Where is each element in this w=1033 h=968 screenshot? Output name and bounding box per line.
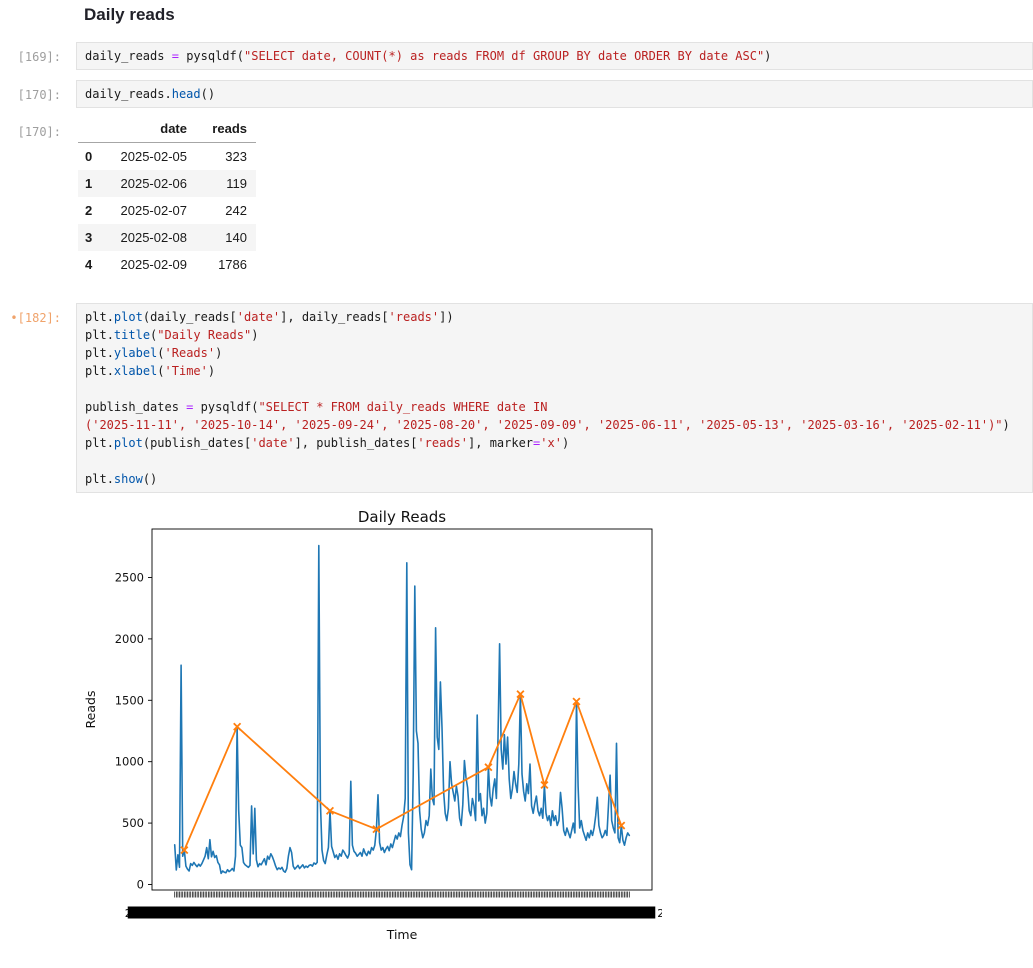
- execution-prompt-182-busy: •[182]:: [0, 303, 64, 327]
- code-line: publish_dates = pysqldf("SELECT * FROM d…: [85, 398, 1024, 416]
- code-line: daily_reads.head(): [85, 85, 1024, 103]
- cell-value: 119: [196, 170, 256, 197]
- markdown-cell[interactable]: Daily reads: [0, 0, 1033, 27]
- code-line: [85, 380, 1024, 398]
- code-line: plt.ylabel('Reads'): [85, 344, 1024, 362]
- table-row: 42025-02-091786: [78, 251, 256, 278]
- table-row: 12025-02-06119: [78, 170, 256, 197]
- dataframe-table: date reads 02025-02-0532312025-02-061192…: [78, 117, 256, 278]
- daily-reads-line: [175, 546, 630, 874]
- figure-output-area: Daily Reads Time Reads 0 500 1000 1500 2000 2500…: [0, 497, 1033, 950]
- output-area-170: [170]: date reads 02025-02-0532312025-02…: [0, 117, 1033, 278]
- chart-title: Daily Reads: [358, 508, 446, 526]
- code-cell-182: •[182]: plt.plot(daily_reads['date'], da…: [0, 303, 1033, 493]
- cell-value: 1786: [196, 251, 256, 278]
- code-line: daily_reads = pysqldf("SELECT date, COUN…: [85, 47, 1024, 65]
- y-tick-label: 2000: [115, 632, 144, 646]
- row-index: 3: [78, 224, 96, 251]
- execution-prompt-170: [170]:: [0, 80, 64, 104]
- cell-value: 242: [196, 197, 256, 224]
- code-line: plt.title("Daily Reads"): [85, 326, 1024, 344]
- code-cell-169: [169]: daily_reads = pysqldf("SELECT dat…: [0, 42, 1033, 70]
- column-header-date: date: [96, 117, 196, 143]
- row-index: 2: [78, 197, 96, 224]
- x-tick-label-smear-right: 2: [657, 907, 662, 920]
- execution-prompt-169: [169]:: [0, 42, 64, 66]
- column-header-reads: reads: [196, 117, 256, 143]
- page-title: Daily reads: [84, 3, 1033, 27]
- code-line: plt.plot(publish_dates['date'], publish_…: [85, 434, 1024, 452]
- table-row: 22025-02-07242: [78, 197, 256, 224]
- y-axis-label: Reads: [83, 691, 98, 729]
- table-row: 02025-02-05323: [78, 143, 256, 171]
- code-line: ('2025-11-11', '2025-10-14', '2025-09-24…: [85, 416, 1024, 434]
- code-cell-170: [170]: daily_reads.head(): [0, 80, 1033, 108]
- y-tick-label: 1500: [115, 693, 144, 707]
- code-line: plt.show(): [85, 470, 1024, 488]
- code-line: [85, 452, 1024, 470]
- x-axis-label: Time: [386, 927, 418, 942]
- code-editor-182[interactable]: plt.plot(daily_reads['date'], daily_read…: [76, 303, 1033, 493]
- notebook: Daily reads [169]: daily_reads = pysqldf…: [0, 0, 1033, 950]
- output-prompt-170: [170]:: [0, 117, 64, 141]
- figure-output-content: Daily Reads Time Reads 0 500 1000 1500 2000 2500…: [76, 497, 1033, 950]
- y-tick-label: 0: [137, 877, 144, 891]
- y-tick-label: 1000: [115, 755, 144, 769]
- cell-value: 2025-02-05: [96, 143, 196, 171]
- cell-value: 2025-02-07: [96, 197, 196, 224]
- row-index: 0: [78, 143, 96, 171]
- code-line: plt.xlabel('Time'): [85, 362, 1024, 380]
- cell-value: 140: [196, 224, 256, 251]
- table-row: 32025-02-08140: [78, 224, 256, 251]
- output-content-170: date reads 02025-02-0532312025-02-061192…: [76, 117, 1033, 278]
- matplotlib-figure: Daily Reads Time Reads 0 500 1000 1500 2000 2500…: [82, 497, 1033, 950]
- cell-value: 2025-02-09: [96, 251, 196, 278]
- x-tick-label-smear-band: [128, 907, 656, 919]
- code-editor-169[interactable]: daily_reads = pysqldf("SELECT date, COUN…: [76, 42, 1033, 70]
- dataframe-header: date reads: [78, 117, 256, 143]
- row-index: 1: [78, 170, 96, 197]
- figure-output-prompt: [0, 497, 64, 503]
- code-editor-170[interactable]: daily_reads.head(): [76, 80, 1033, 108]
- publish-dates-line: [184, 694, 621, 850]
- cell-value: 2025-02-08: [96, 224, 196, 251]
- y-tick-label: 500: [122, 816, 144, 830]
- daily-reads-chart: Daily Reads Time Reads 0 500 1000 1500 2000 2500…: [82, 497, 662, 945]
- code-line: plt.plot(daily_reads['date'], daily_read…: [85, 308, 1024, 326]
- cell-value: 2025-02-06: [96, 170, 196, 197]
- index-column-header: [78, 117, 96, 143]
- row-index: 4: [78, 251, 96, 278]
- cell-value: 323: [196, 143, 256, 171]
- y-tick-label: 2500: [115, 571, 144, 585]
